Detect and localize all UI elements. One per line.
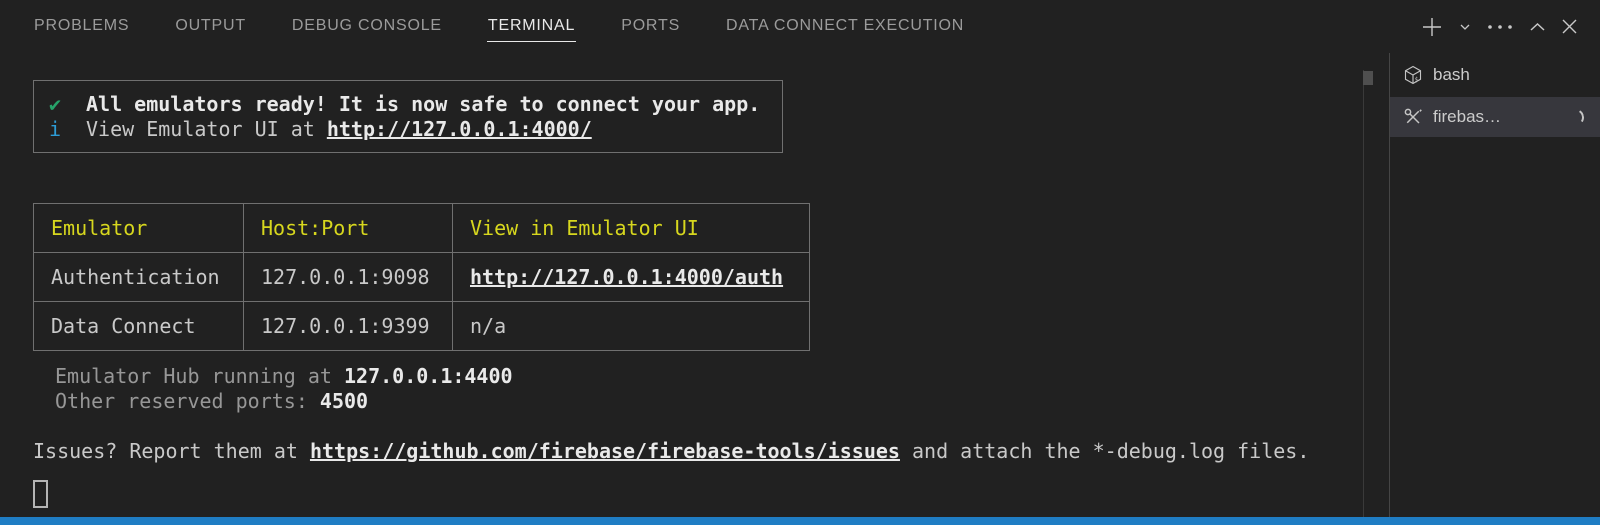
table-row: Data Connect 127.0.0.1:9399 n/a	[34, 302, 810, 351]
tab-debug-console[interactable]: DEBUG CONSOLE	[291, 12, 443, 42]
ready-line: ✔All emulators ready! It is now safe to …	[49, 92, 760, 117]
table-row: Authentication 127.0.0.1:9098 http://127…	[34, 253, 810, 302]
terminal-bash-icon: $	[1402, 64, 1424, 86]
terminal-scrollbar-thumb[interactable]	[1363, 71, 1373, 85]
ready-message: All emulators ready! It is now safe to c…	[86, 92, 760, 116]
issues-line: Issues? Report them at https://github.co…	[33, 439, 1353, 464]
issues-github-link[interactable]: https://github.com/firebase/firebase-too…	[310, 439, 900, 463]
terminal-output: ✔All emulators ready! It is now safe to …	[33, 80, 1353, 508]
terminal-tab-firebase[interactable]: firebas…	[1390, 97, 1600, 137]
col-header-emulator: Emulator	[34, 204, 244, 253]
reserved-ports-line: Other reserved ports: 4500	[55, 389, 1353, 414]
tab-ports[interactable]: PORTS	[620, 12, 681, 42]
ports-prefix: Other reserved ports:	[55, 389, 320, 413]
info-icon: i	[49, 117, 86, 142]
emulators-table: Emulator Host:Port View in Emulator UI A…	[33, 203, 810, 351]
emulator-ui-link[interactable]: http://127.0.0.1:4000/	[327, 117, 592, 141]
table-header-row: Emulator Host:Port View in Emulator UI	[34, 204, 810, 253]
hub-info: Emulator Hub running at 127.0.0.1:4400 O…	[55, 364, 1353, 413]
reserved-ports-value: 4500	[320, 389, 368, 413]
tools-icon	[1402, 106, 1424, 128]
maximize-panel-chevron-up-icon[interactable]	[1529, 21, 1546, 33]
terminal-tab-bash[interactable]: $ bash	[1390, 55, 1600, 95]
auth-emulator-ui-link[interactable]: http://127.0.0.1:4000/auth	[470, 265, 783, 289]
emulators-ready-box: ✔All emulators ready! It is now safe to …	[33, 80, 783, 153]
col-header-view-ui: View in Emulator UI	[453, 204, 810, 253]
overview-ruler-line	[1363, 70, 1364, 517]
emulator-name-cell: Authentication	[34, 253, 244, 302]
terminal-tab-label: firebas…	[1433, 107, 1501, 127]
panel-actions	[1420, 0, 1578, 53]
hub-line: Emulator Hub running at 127.0.0.1:4400	[55, 364, 1353, 389]
col-header-host-port: Host:Port	[244, 204, 453, 253]
panel-bottom-accent-bar	[0, 517, 1600, 525]
view-ui-cell: n/a	[453, 302, 810, 351]
hub-address: 127.0.0.1:4400	[344, 364, 513, 388]
success-check-icon: ✔	[49, 92, 86, 117]
terminal-tabs-list: $ bash firebas…	[1390, 55, 1600, 139]
close-panel-icon[interactable]	[1561, 18, 1578, 35]
more-actions-ellipsis-icon[interactable]	[1486, 23, 1514, 31]
host-port-cell: 127.0.0.1:9098	[244, 253, 453, 302]
host-port-cell: 127.0.0.1:9399	[244, 302, 453, 351]
loading-spinner-icon	[1565, 107, 1585, 127]
issues-prefix: Issues? Report them at	[33, 439, 310, 463]
panel-tabbar: PROBLEMS OUTPUT DEBUG CONSOLE TERMINAL P…	[0, 0, 1600, 53]
tab-data-connect-execution[interactable]: DATA CONNECT EXECUTION	[725, 12, 965, 42]
terminal-tab-label: bash	[1433, 65, 1470, 85]
new-terminal-button[interactable]	[1420, 15, 1444, 39]
tab-problems[interactable]: PROBLEMS	[33, 12, 130, 42]
emulator-ui-line: iView Emulator UI at http://127.0.0.1:40…	[49, 117, 760, 142]
issues-suffix: and attach the *-debug.log files.	[900, 439, 1309, 463]
hub-prefix: Emulator Hub running at	[55, 364, 344, 388]
launch-profile-chevron-down-icon[interactable]	[1459, 21, 1471, 33]
view-ui-prefix: View Emulator UI at	[86, 117, 327, 141]
emulator-name-cell: Data Connect	[34, 302, 244, 351]
terminal-cursor	[33, 480, 48, 508]
tab-terminal[interactable]: TERMINAL	[487, 12, 576, 42]
tab-output[interactable]: OUTPUT	[174, 12, 247, 42]
svg-text:$: $	[1415, 77, 1419, 83]
